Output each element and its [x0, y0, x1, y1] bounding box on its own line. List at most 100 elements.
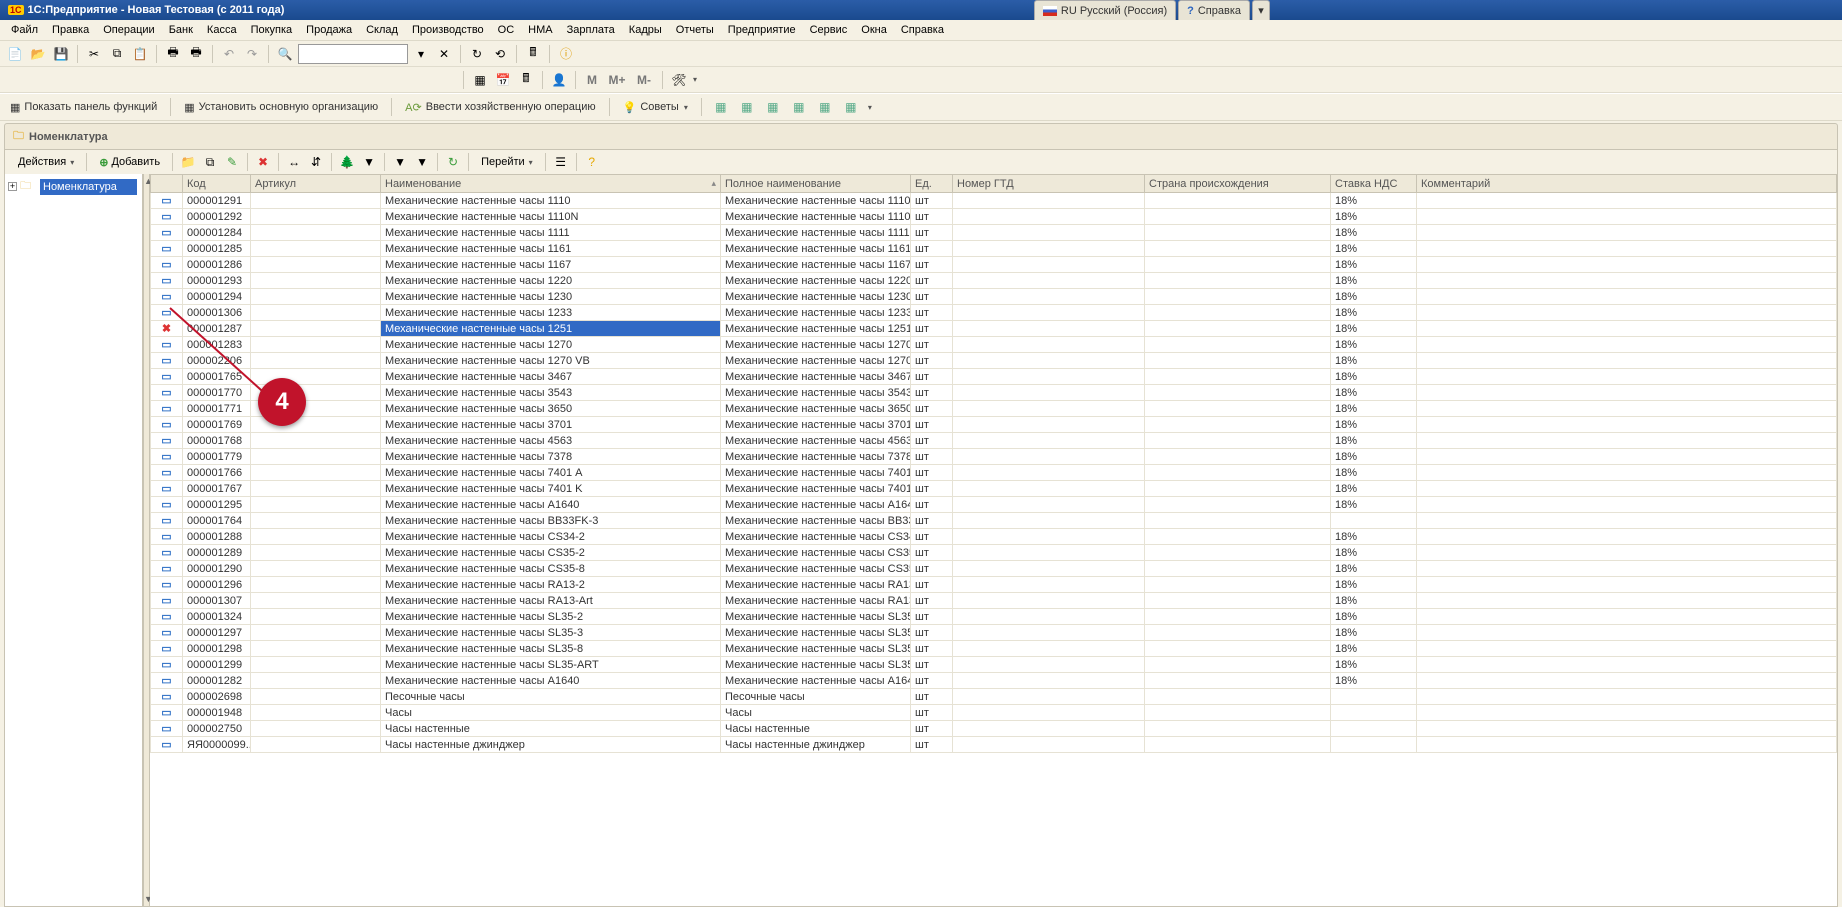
table-row[interactable]: ▭000001292Механические настенные часы 11… — [151, 209, 1837, 225]
menu-enterprise[interactable]: Предприятие — [722, 22, 802, 38]
col-fullname[interactable]: Полное наименование — [721, 175, 911, 193]
table-row[interactable]: ▭000001766Механические настенные часы 74… — [151, 465, 1837, 481]
menu-edit[interactable]: Правка — [46, 22, 95, 38]
rep3-icon[interactable]: ▦ — [763, 97, 783, 117]
search-dropdown-icon[interactable]: ▾ — [411, 44, 431, 64]
info-icon[interactable]: ⓘ — [556, 44, 576, 64]
menu-windows[interactable]: Окна — [855, 22, 893, 38]
print-icon[interactable]: 🖶 — [163, 44, 183, 64]
col-comment[interactable]: Комментарий — [1417, 175, 1837, 193]
menu-cash[interactable]: Касса — [201, 22, 243, 38]
lang-tab[interactable]: RU Русский (Россия) — [1034, 0, 1176, 20]
menu-purchase[interactable]: Покупка — [245, 22, 299, 38]
table-row[interactable]: ▭000001299Механические настенные часы SL… — [151, 657, 1837, 673]
rep4-icon[interactable]: ▦ — [789, 97, 809, 117]
clear-search-icon[interactable]: ✕ — [434, 44, 454, 64]
table-row[interactable]: ▭000001283Механические настенные часы 12… — [151, 337, 1837, 353]
table-row[interactable]: ▭000001324Механические настенные часы SL… — [151, 609, 1837, 625]
search-input[interactable] — [298, 44, 408, 64]
table-row[interactable]: ▭000001779Механические настенные часы 73… — [151, 449, 1837, 465]
table-row[interactable]: ▭000001286Механические настенные часы 11… — [151, 257, 1837, 273]
show-panel-button[interactable]: ▦ Показать панель функций — [6, 100, 161, 115]
settings-icon[interactable]: 🛠 — [669, 70, 689, 90]
menu-service[interactable]: Сервис — [804, 22, 854, 38]
table-row[interactable]: ▭ЯЯ0000099...Часы настенные джинджерЧасы… — [151, 737, 1837, 753]
table-row[interactable]: ▭000002698Песочные часыПесочные часышт — [151, 689, 1837, 705]
refresh-list-icon[interactable]: ↻ — [443, 152, 463, 172]
paste-icon[interactable]: 📋 — [130, 44, 150, 64]
search-icon[interactable]: 🔍 — [275, 44, 295, 64]
col-unit[interactable]: Ед. — [911, 175, 953, 193]
level-icon[interactable]: ⇵ — [306, 152, 326, 172]
advice-button[interactable]: 💡 Советы ▾ — [619, 100, 692, 115]
table-row[interactable]: ✖000001287Механические настенные часы 12… — [151, 321, 1837, 337]
help-list-icon[interactable]: ? — [582, 152, 602, 172]
filter1-icon[interactable]: ▼ — [359, 152, 379, 172]
table-row[interactable]: ▭000001307Механические настенные часы RA… — [151, 593, 1837, 609]
col-name[interactable]: Наименование▴ — [381, 175, 721, 193]
table-row[interactable]: ▭000001306Механические настенные часы 12… — [151, 305, 1837, 321]
enter-op-button[interactable]: A⟳ Ввести хозяйственную операцию — [401, 100, 599, 115]
calc2-icon[interactable]: 🖩 — [516, 70, 536, 90]
undo-icon[interactable]: ↶ — [219, 44, 239, 64]
tab-dropdown[interactable]: ▾ — [1252, 0, 1270, 20]
form-icon[interactable]: ☰ — [551, 152, 571, 172]
table-row[interactable]: ▭000001767Механические настенные часы 74… — [151, 481, 1837, 497]
hierarchy-icon[interactable]: 🌲 — [337, 152, 357, 172]
table-row[interactable]: ▭000002206Механические настенные часы 12… — [151, 353, 1837, 369]
menu-warehouse[interactable]: Склад — [360, 22, 404, 38]
goto-dropdown[interactable]: Перейти▾ — [474, 154, 540, 170]
rep5-icon[interactable]: ▦ — [815, 97, 835, 117]
table-row[interactable]: ▭000001291Механические настенные часы 11… — [151, 193, 1837, 209]
tree-root-node[interactable]: Номенклатура — [40, 179, 137, 195]
nav-icon[interactable]: ⟲ — [490, 44, 510, 64]
filter-off-icon[interactable]: ▼ — [412, 152, 432, 172]
m-button[interactable]: M — [582, 70, 602, 90]
set-org-button[interactable]: ▦ Установить основную организацию — [180, 100, 382, 115]
table-row[interactable]: ▭000001290Механические настенные часы CS… — [151, 561, 1837, 577]
tree-expand-icon[interactable]: + — [8, 182, 17, 191]
menu-reports[interactable]: Отчеты — [670, 22, 720, 38]
table-row[interactable]: ▭000001296Механические настенные часы RA… — [151, 577, 1837, 593]
filter2-icon[interactable]: ▼ — [390, 152, 410, 172]
menu-production[interactable]: Производство — [406, 22, 490, 38]
new-doc-icon[interactable]: 📄 — [5, 44, 25, 64]
menu-os[interactable]: ОС — [492, 22, 521, 38]
menu-salary[interactable]: Зарплата — [561, 22, 621, 38]
m-minus-button[interactable]: M- — [632, 70, 656, 90]
menu-bank[interactable]: Банк — [163, 22, 199, 38]
add-button[interactable]: ⊕ Добавить — [92, 154, 167, 171]
settings-dropdown-icon[interactable]: ▾ — [693, 75, 697, 84]
copy-icon[interactable]: ⧉ — [107, 44, 127, 64]
table-row[interactable]: ▭000001765Механические настенные часы 34… — [151, 369, 1837, 385]
splitter-up-icon[interactable]: ▲ — [144, 174, 149, 188]
help-tab[interactable]: ? Справка — [1178, 0, 1250, 20]
splitter-down-icon[interactable]: ▼ — [144, 892, 149, 906]
table-icon[interactable]: ▦ — [470, 70, 490, 90]
redo-icon[interactable]: ↷ — [242, 44, 262, 64]
table-row[interactable]: ▭000001289Механические настенные часы CS… — [151, 545, 1837, 561]
col-code[interactable]: Код — [183, 175, 251, 193]
menu-help[interactable]: Справка — [895, 22, 950, 38]
actions-dropdown[interactable]: Действия▾ — [11, 154, 81, 170]
table-row[interactable]: ▭000001295Механические настенные часы A1… — [151, 497, 1837, 513]
data-grid[interactable]: Код Артикул Наименование▴ Полное наимено… — [150, 174, 1837, 753]
table-row[interactable]: ▭000001285Механические настенные часы 11… — [151, 241, 1837, 257]
calc-icon[interactable]: 🖩 — [523, 44, 543, 64]
col-gtd[interactable]: Номер ГТД — [953, 175, 1145, 193]
copy-row-icon[interactable]: ⧉ — [200, 152, 220, 172]
rep1-icon[interactable]: ▦ — [711, 97, 731, 117]
table-row[interactable]: ▭000001297Механические настенные часы SL… — [151, 625, 1837, 641]
col-article[interactable]: Артикул — [251, 175, 381, 193]
table-row[interactable]: ▭000001282Механические настенные часы А1… — [151, 673, 1837, 689]
open-icon[interactable]: 📂 — [28, 44, 48, 64]
cut-icon[interactable]: ✂ — [84, 44, 104, 64]
menu-operations[interactable]: Операции — [97, 22, 160, 38]
table-row[interactable]: ▭000001284Механические настенные часы 11… — [151, 225, 1837, 241]
table-row[interactable]: ▭000001294Механические настенные часы 12… — [151, 289, 1837, 305]
move-icon[interactable]: ↔ — [284, 152, 304, 172]
user-icon[interactable]: 👤 — [549, 70, 569, 90]
col-icon[interactable] — [151, 175, 183, 193]
rep6-icon[interactable]: ▦ — [841, 97, 861, 117]
menu-nma[interactable]: НМА — [522, 22, 558, 38]
